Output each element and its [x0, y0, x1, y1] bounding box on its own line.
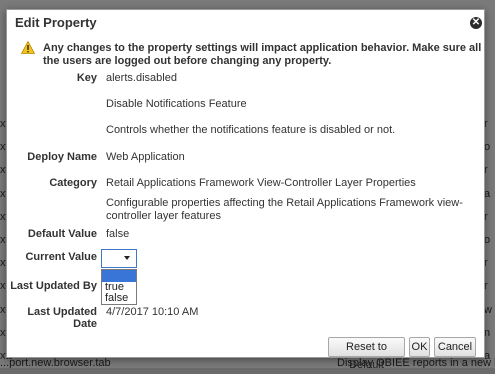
key-value: alerts.disabled [106, 72, 177, 84]
reset-to-default-button[interactable]: Reset to Default [328, 337, 405, 371]
background-right-fragment: w [484, 303, 492, 316]
deploy-name-label: Deploy Name [27, 151, 97, 163]
background-right-fragment: o [484, 141, 491, 154]
dialog-title: Edit Property [15, 15, 97, 30]
current-value-select[interactable] [101, 249, 137, 268]
default-value-label: Default Value [27, 228, 97, 240]
category-value: Retail Applications Framework View-Contr… [106, 177, 416, 189]
last-updated-by-label: Last Updated By [10, 280, 97, 292]
warning-message: Any changes to the property settings wil… [43, 42, 482, 67]
background-bottom-left-text: ...port.new.browser.tab [0, 358, 111, 368]
background-right-fragment: r [484, 210, 488, 223]
ok-button[interactable]: OK [409, 337, 430, 357]
warning-icon [21, 41, 35, 54]
category-description: Configurable properties affecting the Re… [106, 197, 463, 222]
background-right-fragment: r [484, 164, 488, 177]
current-value-dropdown: true false [101, 269, 137, 305]
background-right-fragment: a [484, 187, 491, 200]
background-right-fragment: r [484, 257, 488, 270]
category-label: Category [49, 177, 97, 189]
close-icon[interactable]: ✕ [470, 17, 482, 29]
deploy-name-value: Web Application [106, 151, 185, 163]
background-right-fragment: r [484, 118, 488, 130]
last-updated-date-value: 4/7/2017 10:10 AM [106, 306, 199, 318]
background-right-fragment: o [484, 233, 491, 246]
background-right-fragment: n [484, 326, 491, 339]
option-false[interactable]: false [102, 293, 136, 304]
background-right-fragment: r [484, 280, 488, 293]
background-right-column: rorarorrwna [484, 0, 495, 368]
key-label: Key [76, 72, 97, 84]
background-bottom-row: ...port.new.browser.tab Display OBIEE re… [0, 358, 495, 368]
last-updated-date-label: Last Updated Date [27, 306, 97, 330]
key-description: Controls whether the notifications featu… [106, 124, 396, 136]
cancel-button[interactable]: Cancel [434, 337, 476, 357]
key-name: Disable Notifications Feature [106, 98, 247, 110]
current-value-label: Current Value [25, 251, 97, 263]
chevron-down-icon [124, 256, 130, 260]
edit-property-dialog: Edit Property ✕ Any changes to the prope… [6, 9, 485, 371]
default-value: false [106, 228, 130, 240]
